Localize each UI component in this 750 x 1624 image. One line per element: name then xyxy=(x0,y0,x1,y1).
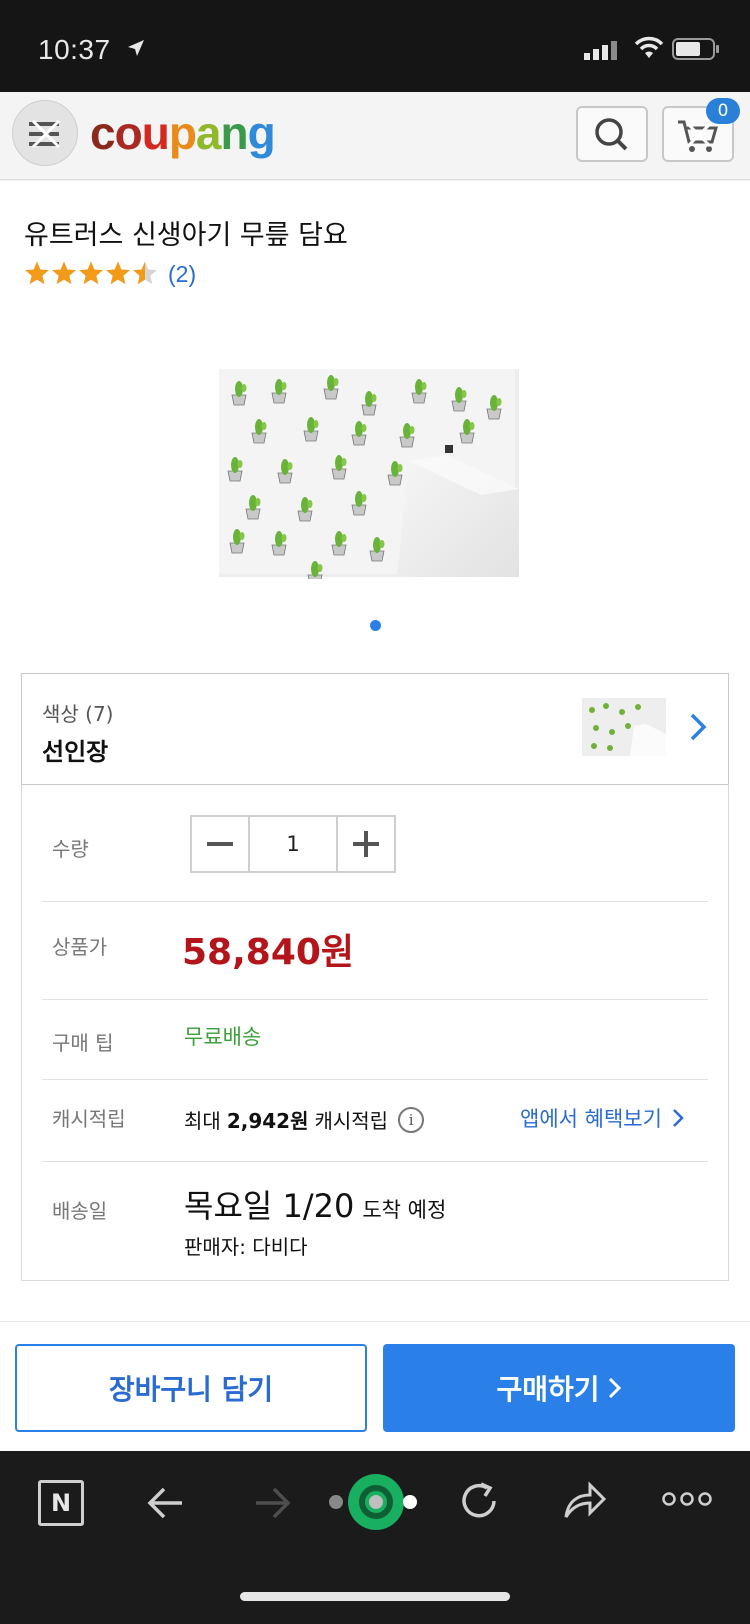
search-button[interactable] xyxy=(576,106,648,162)
product-detail: 유트러스 신생아기 무릎 담요 (2) 색상 (7) 선인장 수량 1 상품가 … xyxy=(0,181,750,1321)
star-filled xyxy=(25,261,49,285)
battery-icon xyxy=(672,38,719,60)
naver-home-button[interactable]: N xyxy=(38,1480,84,1526)
divider xyxy=(42,1079,708,1080)
site-header: coupang xyxy=(0,92,750,180)
quantity-stepper[interactable]: 1 xyxy=(190,815,396,873)
star-filled xyxy=(106,261,130,285)
divider xyxy=(42,1161,708,1162)
chevron-right-icon xyxy=(608,1377,621,1399)
chevron-right-icon xyxy=(673,1109,684,1127)
back-arrow-icon[interactable] xyxy=(146,1485,186,1521)
search-icon xyxy=(595,118,628,151)
logo-letter: u xyxy=(141,107,170,159)
minus-icon xyxy=(207,842,233,846)
logo-letter: c xyxy=(90,107,116,159)
logo-letter: n xyxy=(220,107,249,159)
free-shipping-text: 무료배송 xyxy=(184,1025,262,1049)
option-thumbnail xyxy=(582,698,666,756)
info-icon[interactable]: i xyxy=(398,1106,425,1133)
coupang-logo[interactable]: coupang xyxy=(90,106,276,160)
quantity-decrease-button[interactable] xyxy=(192,817,248,871)
location-arrow-icon xyxy=(128,40,144,56)
tip-label: 구매 팁 xyxy=(52,1031,114,1055)
delivery-date: 목요일 1/20 도착 예정 xyxy=(184,1181,446,1227)
wifi-icon xyxy=(634,36,664,58)
cellular-signal-icon xyxy=(584,41,617,60)
hamburger-icon xyxy=(29,119,61,149)
quantity-label: 수량 xyxy=(52,837,89,861)
green-dot-button[interactable] xyxy=(328,1467,424,1537)
cash-label: 캐시적립 xyxy=(52,1107,126,1131)
home-indicator[interactable] xyxy=(240,1592,510,1601)
chevron-right-icon xyxy=(690,713,707,741)
share-icon[interactable] xyxy=(560,1479,608,1523)
app-benefit-label: 앱에서 혜택보기 xyxy=(520,1107,662,1131)
more-options-icon[interactable] xyxy=(662,1491,712,1507)
buy-now-label: 구매하기 xyxy=(496,1373,600,1406)
review-count[interactable]: (2) xyxy=(168,261,196,288)
star-filled xyxy=(79,261,103,285)
rating-stars-icon xyxy=(25,261,157,285)
delivery-suffix: 도착 예정 xyxy=(362,1198,447,1222)
product-rating[interactable]: (2) xyxy=(24,259,196,289)
product-price: 58,840원 xyxy=(182,932,355,973)
cash-suffix: 캐시적립 xyxy=(314,1109,389,1133)
price-label: 상품가 xyxy=(52,935,108,959)
quantity-increase-button[interactable] xyxy=(338,817,394,871)
purchase-details: 수량 1 상품가 58,840원 구매 팁 무료배송 캐시적립 최대 2,942… xyxy=(21,785,729,1281)
logo-letter: g xyxy=(247,107,276,159)
menu-button[interactable] xyxy=(12,100,78,166)
plus-icon xyxy=(353,831,379,857)
color-option-selector[interactable]: 색상 (7) 선인장 xyxy=(21,673,729,785)
delivery-date-value: 목요일 1/20 xyxy=(184,1187,355,1225)
delivery-label: 배송일 xyxy=(52,1199,108,1223)
product-image[interactable] xyxy=(219,369,531,579)
logo-letter: a xyxy=(195,107,222,159)
forward-arrow-icon[interactable] xyxy=(252,1485,292,1521)
logo-letter: p xyxy=(168,107,197,159)
refresh-icon[interactable] xyxy=(457,1479,501,1523)
divider xyxy=(42,999,708,1000)
buy-now-button[interactable]: 구매하기 xyxy=(383,1344,735,1432)
product-title: 유트러스 신생아기 무릎 담요 xyxy=(24,220,348,251)
status-bar: 10:37 xyxy=(0,0,750,92)
carousel-indicator[interactable] xyxy=(370,620,381,631)
cart-count-badge: 0 xyxy=(706,98,740,124)
purchase-action-bar: 장바구니 담기 구매하기 xyxy=(0,1321,750,1451)
option-label: 색상 (7) xyxy=(42,702,114,726)
cash-prefix: 최대 xyxy=(184,1109,221,1133)
cash-amount: 2,942원 xyxy=(226,1109,309,1133)
add-to-cart-button[interactable]: 장바구니 담기 xyxy=(15,1344,367,1432)
divider xyxy=(42,901,708,902)
logo-letter: o xyxy=(114,107,143,159)
option-value: 선인장 xyxy=(42,738,109,766)
app-benefit-link[interactable]: 앱에서 혜택보기 xyxy=(520,1103,684,1133)
status-time: 10:37 xyxy=(38,34,111,65)
star-filled xyxy=(52,261,76,285)
naver-home-label: N xyxy=(50,1489,72,1517)
quantity-input[interactable]: 1 xyxy=(248,817,338,871)
seller-name: 판매자: 다비다 xyxy=(184,1235,308,1259)
cash-reward: 최대 2,942원 캐시적립 i xyxy=(184,1105,425,1134)
